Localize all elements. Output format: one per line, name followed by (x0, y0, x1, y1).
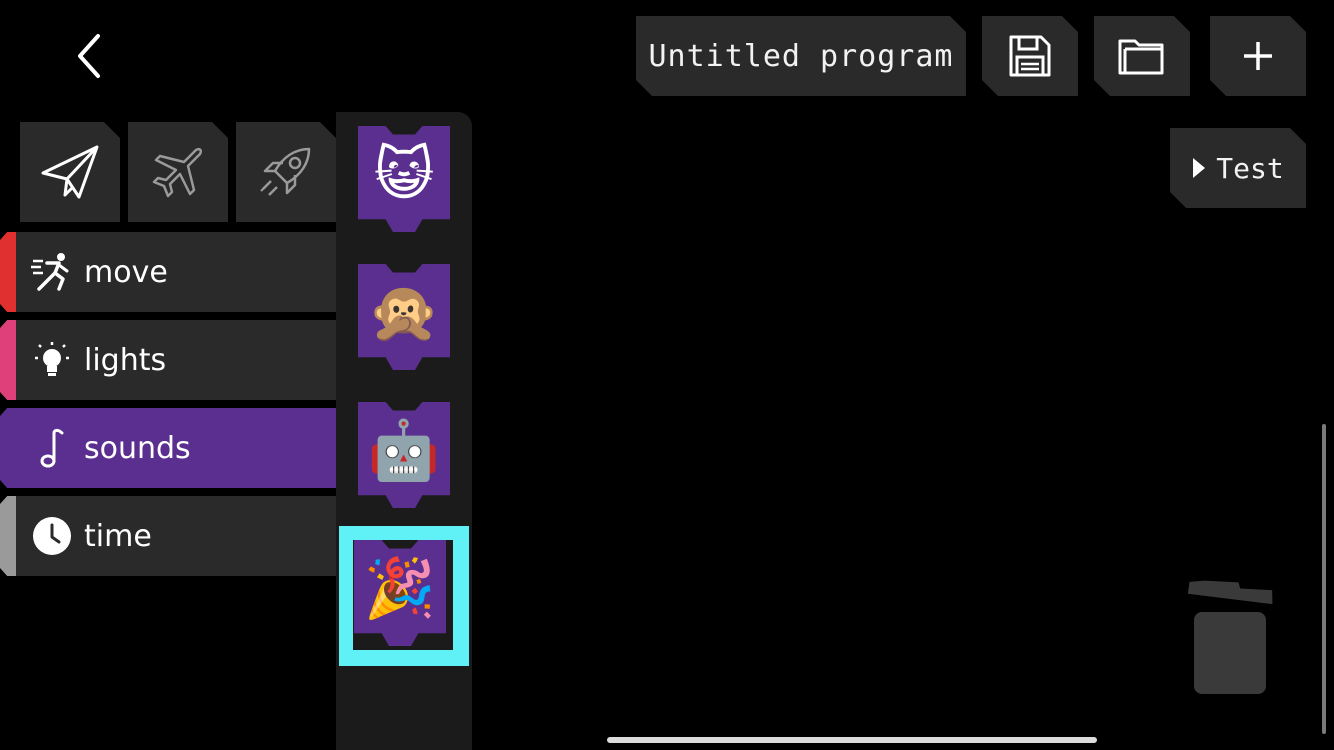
running-person-icon (30, 250, 74, 294)
block-palette[interactable]: 😺 🙊 🤖 🎉 (336, 112, 472, 750)
plus-icon (1241, 39, 1275, 73)
party-popper-icon: 🎉 (363, 554, 437, 622)
folder-icon (1117, 35, 1167, 77)
category-label: sounds (84, 430, 191, 466)
program-title-field[interactable]: Untitled program (636, 16, 966, 96)
category-time[interactable]: time (0, 496, 336, 576)
speak-no-evil-monkey-icon: 🙊 (367, 278, 441, 346)
airplane-icon (150, 144, 206, 200)
sound-block-cat[interactable]: 😺 (358, 126, 450, 232)
category-color-marker (0, 320, 18, 400)
category-sounds[interactable]: sounds (0, 408, 336, 488)
chevron-left-icon (78, 34, 100, 78)
trash-can-icon (1187, 580, 1273, 694)
sound-block-monkey[interactable]: 🙊 (358, 264, 450, 370)
test-button-label: Test (1216, 151, 1284, 185)
save-button[interactable] (982, 16, 1078, 96)
cat-face-icon: 😺 (373, 140, 435, 208)
back-button[interactable] (70, 30, 110, 82)
trash-drop-zone[interactable] (1186, 578, 1276, 696)
vehicle-tab-paper-plane[interactable] (20, 122, 120, 222)
clock-icon (30, 514, 74, 558)
workspace-scrollbar[interactable] (1322, 424, 1326, 734)
play-triangle-icon (1192, 157, 1206, 179)
sound-block-robot[interactable]: 🤖 (358, 402, 450, 508)
category-color-marker (0, 496, 18, 576)
lightbulb-icon (30, 338, 74, 382)
rocket-icon (257, 143, 315, 201)
home-indicator[interactable] (607, 737, 1097, 743)
music-note-icon (30, 426, 74, 470)
category-label: lights (84, 342, 167, 378)
vehicle-tab-rocket[interactable] (236, 122, 336, 222)
paper-plane-icon (39, 141, 101, 203)
floppy-disk-icon (1007, 33, 1053, 79)
category-color-marker (0, 232, 18, 312)
category-label: time (84, 518, 152, 554)
robot-icon: 🤖 (367, 416, 441, 484)
test-button[interactable]: Test (1170, 128, 1306, 208)
category-lights[interactable]: lights (0, 320, 336, 400)
category-label: move (84, 254, 168, 290)
program-title: Untitled program (648, 38, 954, 74)
open-folder-button[interactable] (1094, 16, 1190, 96)
category-color-marker (0, 408, 18, 488)
sound-block-party[interactable]: 🎉 (354, 540, 446, 646)
vehicle-tab-airplane[interactable] (128, 122, 228, 222)
category-move[interactable]: move (0, 232, 336, 312)
new-program-button[interactable] (1210, 16, 1306, 96)
